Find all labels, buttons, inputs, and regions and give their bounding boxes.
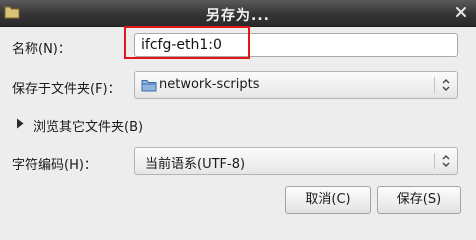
name-label: 名称(N)： (12, 42, 71, 57)
combo-separator (434, 153, 435, 169)
up-down-arrows-icon (442, 79, 450, 91)
name-field[interactable] (134, 33, 458, 57)
cancel-button[interactable]: 取消(C) (285, 186, 371, 214)
save-in-folder-value: network-scripts (159, 77, 260, 92)
browse-other-folders-expander[interactable]: 浏览其它文件夹(B) (33, 116, 143, 135)
save-in-label: 保存于文件夹(F)： (12, 82, 121, 97)
encoding-label: 字符编码(H)： (12, 158, 97, 173)
save-button[interactable]: 保存(S) (377, 186, 461, 214)
dialog-title: 另存为... (206, 8, 270, 24)
name-input[interactable] (141, 36, 441, 54)
encoding-combo[interactable]: 当前语系(UTF-8) (134, 147, 458, 175)
encoding-value: 当前语系(UTF-8) (145, 157, 246, 172)
expander-arrow-icon[interactable] (16, 118, 24, 129)
save-in-folder-combo[interactable]: network-scripts (134, 71, 458, 99)
combo-separator (434, 77, 435, 93)
title-bar[interactable]: 另存为... (0, 0, 476, 27)
folder-icon (141, 80, 157, 92)
close-icon[interactable] (453, 4, 469, 20)
up-down-arrows-icon (442, 155, 450, 167)
